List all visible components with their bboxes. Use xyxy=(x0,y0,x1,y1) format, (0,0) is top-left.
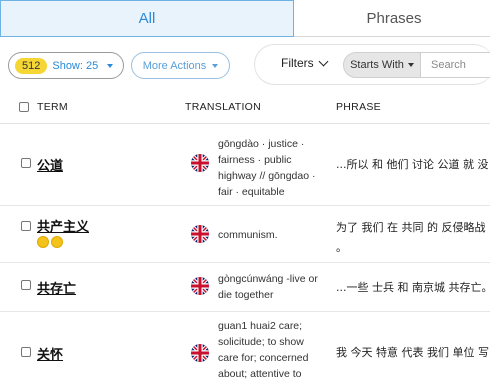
caret-down-icon xyxy=(107,63,114,68)
phrase-text: 为了 我们 在 共同 的 反侵略战 。 xyxy=(336,218,490,258)
translation-text: gōngdào · justice · fairness · public hi… xyxy=(218,136,322,200)
translation-line: highway // gōngdao · xyxy=(218,170,316,182)
row-checkbox[interactable] xyxy=(21,280,31,290)
term-count-badge: 512 xyxy=(15,57,48,74)
translation-line: care for; concerned xyxy=(218,352,309,364)
term-link[interactable]: 共产主义 xyxy=(37,216,89,235)
row-checkbox[interactable] xyxy=(21,158,31,168)
translation-line: fair · equitable xyxy=(218,186,285,198)
starts-with-dropdown[interactable]: Starts With xyxy=(343,52,421,78)
term-link[interactable]: 关怀 xyxy=(37,344,63,363)
phrase-text: ...所以 和 他们 讨论 公道 就 没 xyxy=(336,156,490,172)
uk-flag-icon xyxy=(191,344,209,362)
chevron-down-icon xyxy=(318,56,329,66)
phrase-line: ...所以 和 他们 讨论 公道 就 没 xyxy=(336,158,489,171)
row-checkbox[interactable] xyxy=(21,221,31,231)
translation-text: communism. xyxy=(218,227,322,243)
translation-line: guan1 huai2 care; xyxy=(218,320,303,332)
filters-button[interactable]: Filters xyxy=(281,56,329,70)
starts-with-label: Starts With xyxy=(350,59,404,71)
tab-all[interactable]: All xyxy=(0,0,294,37)
more-actions-label: More Actions xyxy=(142,59,207,72)
table-row[interactable]: 共产主义 communism. 为了 我们 在 共同 的 反侵略战 。 xyxy=(0,207,490,263)
phrase-text: ...一些 士兵 和 南京城 共存亡。 xyxy=(336,279,490,295)
search-input[interactable] xyxy=(421,52,490,78)
filters-label: Filters xyxy=(281,56,314,70)
table-header: TERM TRANSLATION PHRASE xyxy=(0,92,490,124)
column-header-phrase[interactable]: PHRASE xyxy=(336,101,381,113)
tab-phrases[interactable]: Phrases xyxy=(294,0,490,37)
show-label: Show: 25 xyxy=(52,59,99,72)
uk-flag-icon xyxy=(191,154,209,172)
toolbar: 512 Show: 25 More Actions Filters Starts… xyxy=(0,44,490,88)
translation-line: gòngcúnwáng -live or xyxy=(218,273,318,285)
translation-line: about; attentive to xyxy=(218,368,302,380)
translation-text: gòngcúnwáng -live or die together xyxy=(218,271,322,303)
tab-bar: All Phrases xyxy=(0,0,490,37)
row-checkbox[interactable] xyxy=(21,347,31,357)
uk-flag-icon xyxy=(191,277,209,295)
caret-down-icon xyxy=(212,63,219,68)
translation-text: guan1 huai2 care; solicitude; to show ca… xyxy=(218,318,322,382)
translation-line: fairness · public xyxy=(218,154,292,166)
phrase-line: ...一些 士兵 和 南京城 共存亡。 xyxy=(336,281,490,294)
table-row[interactable]: 关怀 guan1 huai2 care; solicitude; to show… xyxy=(0,313,490,392)
term-link[interactable]: 共存亡 xyxy=(37,278,76,297)
translation-line: communism. xyxy=(218,229,278,241)
table-row[interactable]: 公道 gōngdào · justice · fairness · public… xyxy=(0,125,490,206)
column-header-translation[interactable]: TRANSLATION xyxy=(185,101,261,113)
coin-icon xyxy=(37,236,49,248)
column-header-term[interactable]: TERM xyxy=(37,101,68,113)
phrase-line: 为了 我们 在 共同 的 反侵略战 xyxy=(336,221,486,234)
uk-flag-icon xyxy=(191,225,209,243)
translation-line: solicitude; to show xyxy=(218,336,304,348)
phrase-line: 我 今天 特意 代表 我们 单位 写 xyxy=(336,346,489,359)
coin-icon xyxy=(51,236,63,248)
more-actions-dropdown[interactable]: More Actions xyxy=(131,52,230,79)
translation-line: gōngdào · justice · xyxy=(218,138,305,150)
filter-group: Filters Starts With xyxy=(254,44,490,85)
show-per-page-dropdown[interactable]: 512 Show: 25 xyxy=(8,52,124,79)
table-row[interactable]: 共存亡 gòngcúnwáng -live or die together ..… xyxy=(0,264,490,312)
caret-down-icon xyxy=(407,63,414,67)
coins xyxy=(37,236,65,248)
translation-line: die together xyxy=(218,289,274,301)
term-link[interactable]: 公道 xyxy=(37,155,63,174)
phrase-text: 我 今天 特意 代表 我们 单位 写 xyxy=(336,344,490,360)
phrase-line: 。 xyxy=(336,241,347,254)
select-all-checkbox[interactable] xyxy=(19,102,29,112)
